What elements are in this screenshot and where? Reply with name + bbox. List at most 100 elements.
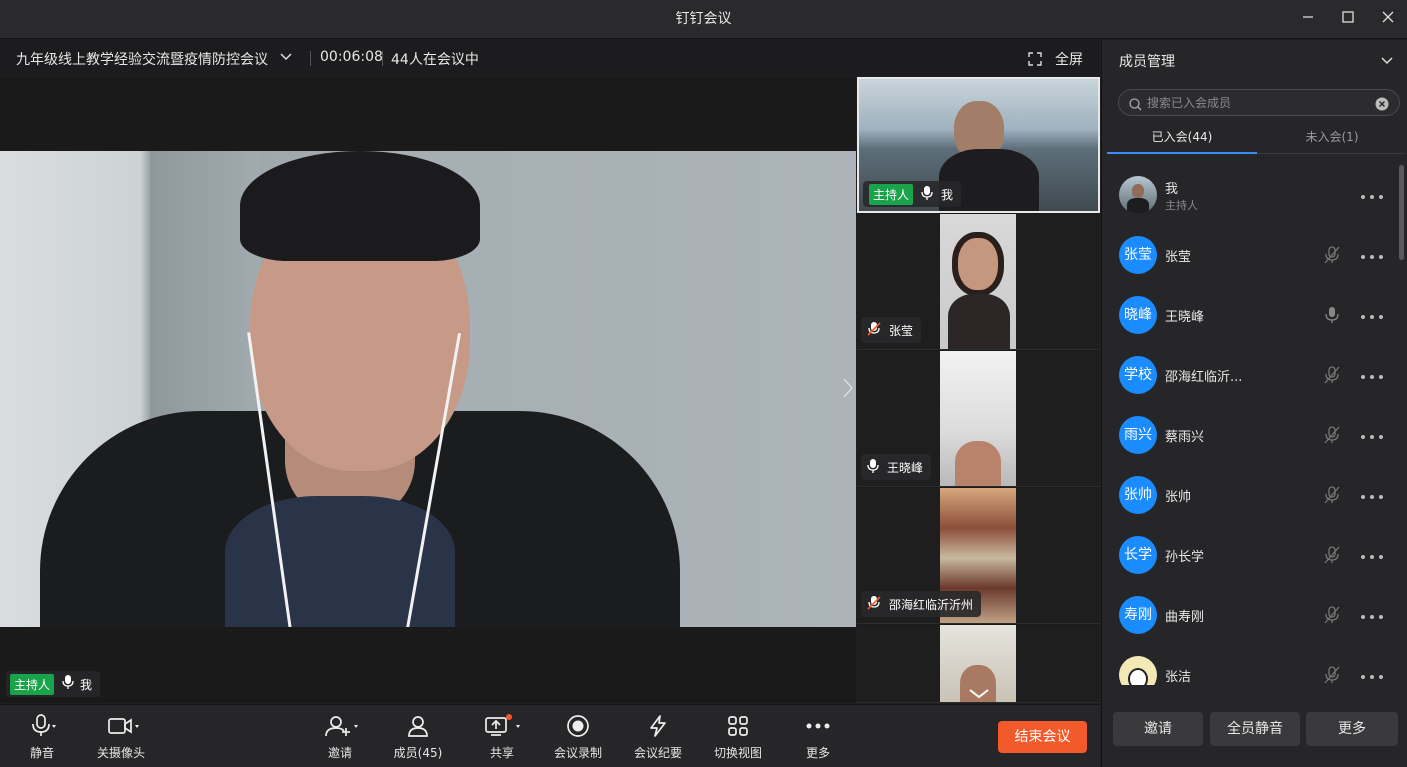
more-icon[interactable] xyxy=(1360,605,1384,624)
participant-face xyxy=(958,238,998,290)
more-icon[interactable] xyxy=(1360,485,1384,504)
invite-label: 邀请 xyxy=(327,746,352,760)
tab-not-joined[interactable]: 未入会(1) xyxy=(1257,128,1407,145)
main-video[interactable] xyxy=(0,151,856,627)
member-item[interactable]: 张洁 xyxy=(1102,645,1398,685)
main-video-stage: 主持人 我 xyxy=(0,77,856,703)
member-name: 蔡雨兴 xyxy=(1165,430,1205,445)
more-icon[interactable] xyxy=(1360,545,1384,564)
thumbnail-tile[interactable]: 张莹 xyxy=(857,214,1100,350)
more-icon xyxy=(798,713,838,739)
share-button[interactable]: 共享 xyxy=(480,713,524,761)
member-name: 孙长学 xyxy=(1165,550,1205,565)
camera-off-button[interactable]: 关摄像头 xyxy=(93,713,149,761)
thumbnail-tile[interactable]: 主持人 我 xyxy=(857,77,1100,213)
avatar-text: 寿刚 xyxy=(1124,607,1152,623)
member-role: 主持人 xyxy=(1165,199,1198,212)
microphone-muted-icon[interactable] xyxy=(1324,425,1340,449)
member-item[interactable]: 张莹 张莹 xyxy=(1102,225,1398,285)
microphone-icon xyxy=(62,674,74,694)
end-meeting-button[interactable]: 结束会议 xyxy=(998,721,1087,753)
participant-name: 邵海红临沂沂州 xyxy=(889,597,974,612)
member-item[interactable]: 我 主持人 xyxy=(1102,165,1398,225)
search-input[interactable] xyxy=(1147,93,1367,112)
microphone-icon xyxy=(22,713,62,739)
member-item[interactable]: 雨兴 蔡雨兴 xyxy=(1102,405,1398,465)
avatar-text: 张莹 xyxy=(1124,247,1152,263)
member-name: 邵海红临沂... xyxy=(1165,370,1243,385)
microphone-icon xyxy=(921,185,933,204)
invite-button[interactable]: 邀请 xyxy=(1113,712,1203,746)
record-button[interactable]: 会议录制 xyxy=(552,713,604,761)
avatar: 学校 xyxy=(1119,356,1157,394)
member-name: 张莹 xyxy=(1165,250,1192,265)
chevron-down-icon[interactable] xyxy=(279,49,293,68)
microphone-icon[interactable] xyxy=(1324,305,1340,329)
mute-all-button[interactable]: 全员静音 xyxy=(1210,712,1300,746)
fullscreen-icon[interactable] xyxy=(1028,51,1042,70)
camera-icon xyxy=(93,713,149,739)
share-screen-icon xyxy=(480,713,524,739)
close-icon[interactable] xyxy=(1377,8,1399,30)
avatar-text: 雨兴 xyxy=(1124,427,1152,443)
host-tag: 主持人 xyxy=(869,183,914,205)
more-button[interactable]: 更多 xyxy=(798,713,838,761)
tab-joined[interactable]: 已入会(44) xyxy=(1107,128,1257,145)
mute-label: 静音 xyxy=(29,746,54,760)
member-search[interactable] xyxy=(1118,89,1400,116)
microphone-muted-icon xyxy=(867,321,881,340)
switch-view-button[interactable]: 切换视图 xyxy=(712,713,764,761)
microphone-muted-icon[interactable] xyxy=(1324,365,1340,389)
thumbnail-tile[interactable]: 邵海红临沂沂州 xyxy=(857,488,1100,624)
member-list-scrollbar[interactable] xyxy=(1399,165,1404,260)
switch-view-label: 切换视图 xyxy=(713,746,762,760)
record-label: 会议录制 xyxy=(553,746,602,760)
member-name: 王晓峰 xyxy=(1165,310,1205,325)
members-button[interactable]: 成员(45) xyxy=(393,713,443,761)
thumbnail-tile[interactable] xyxy=(857,625,1100,703)
microphone-muted-icon[interactable] xyxy=(1324,605,1340,629)
member-item[interactable]: 晓峰 王晓峰 xyxy=(1102,285,1398,345)
active-tab-indicator xyxy=(1107,152,1257,154)
member-list: 我 主持人 张莹 张莹 晓峰 王晓峰 学校 邵海红临沂... 雨兴 蔡雨兴 张帅… xyxy=(1102,165,1398,685)
share-label: 共享 xyxy=(489,746,514,760)
grid-view-icon xyxy=(712,713,764,739)
chevron-down-icon[interactable] xyxy=(1380,53,1394,72)
member-item[interactable]: 长学 孙长学 xyxy=(1102,525,1398,585)
member-item[interactable]: 学校 邵海红临沂... xyxy=(1102,345,1398,405)
maximize-icon[interactable] xyxy=(1337,8,1359,30)
more-icon[interactable] xyxy=(1360,665,1384,684)
member-name: 张洁 xyxy=(1165,670,1192,685)
avatar-cartoon xyxy=(1128,668,1148,685)
mute-button[interactable]: 静音 xyxy=(22,713,62,761)
more-button[interactable]: 更多 xyxy=(1306,712,1398,746)
minimize-icon[interactable] xyxy=(1297,8,1319,30)
clear-icon[interactable] xyxy=(1375,96,1389,115)
thumbnail-label: 邵海红临沂沂州 xyxy=(861,591,982,617)
more-icon[interactable] xyxy=(1360,185,1384,204)
member-item[interactable]: 张帅 张帅 xyxy=(1102,465,1398,525)
search-icon xyxy=(1129,96,1142,115)
microphone-muted-icon[interactable] xyxy=(1324,245,1340,269)
microphone-muted-icon[interactable] xyxy=(1324,545,1340,569)
member-panel: 成员管理 已入会(44) 未入会(1) 我 xyxy=(1101,40,1407,767)
main-video-name-badge: 主持人 我 xyxy=(6,671,101,697)
chevron-down-icon[interactable] xyxy=(968,685,990,702)
meeting-name[interactable]: 九年级线上教学经验交流暨疫情防控会议 xyxy=(16,49,268,69)
minutes-button[interactable]: 会议纪要 xyxy=(632,713,684,761)
chevron-right-icon[interactable] xyxy=(842,377,854,405)
fullscreen-button[interactable]: 全屏 xyxy=(1055,49,1083,69)
member-item[interactable]: 寿刚 曲寿刚 xyxy=(1102,585,1398,645)
speaker-hair xyxy=(240,151,480,261)
microphone-muted-icon[interactable] xyxy=(1324,665,1340,685)
more-icon[interactable] xyxy=(1360,365,1384,384)
more-icon[interactable] xyxy=(1360,425,1384,444)
invite-button[interactable]: 邀请 xyxy=(318,713,362,761)
avatar-face xyxy=(1132,184,1144,198)
thumbnail-tile[interactable]: 王晓峰 xyxy=(857,351,1100,487)
microphone-muted-icon[interactable] xyxy=(1324,485,1340,509)
participant-name: 王晓峰 xyxy=(887,460,924,475)
more-icon[interactable] xyxy=(1360,245,1384,264)
thumbnail-label: 王晓峰 xyxy=(861,454,932,480)
more-icon[interactable] xyxy=(1360,305,1384,324)
